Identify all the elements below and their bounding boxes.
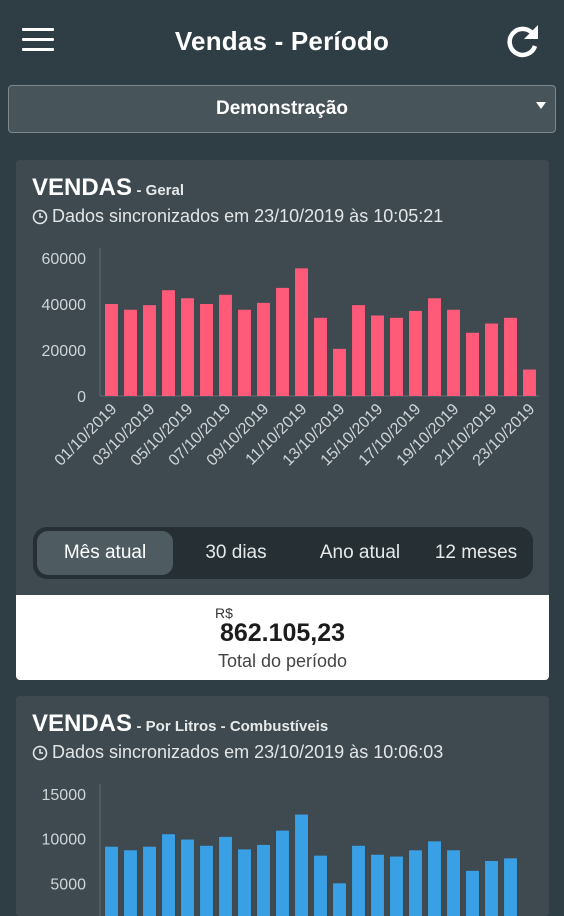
chart-bar xyxy=(124,309,137,396)
chart-bar xyxy=(428,841,441,916)
chart-bar xyxy=(238,849,251,916)
chart-bar xyxy=(447,309,460,396)
chart-bar xyxy=(371,315,384,396)
chart-bar xyxy=(219,294,232,396)
chart-bar xyxy=(504,317,517,396)
chart-bar xyxy=(390,856,403,916)
chart-bar xyxy=(219,836,232,916)
chart-bar xyxy=(105,846,118,916)
tab-current-year[interactable]: Ano atual xyxy=(299,531,421,575)
fuel-liters-bar-chart: 15000 10000 5000 xyxy=(42,784,517,916)
chart-bar xyxy=(504,858,517,916)
chart-bar xyxy=(371,854,384,916)
chart-bar xyxy=(181,298,194,396)
chart-bar xyxy=(390,317,403,396)
chart-bar xyxy=(162,290,175,396)
chart-bar xyxy=(314,317,327,396)
y-tick-label: 40000 xyxy=(42,297,87,314)
chart-bar xyxy=(314,855,327,916)
chart-bar xyxy=(238,309,251,396)
total-label: Total do período xyxy=(217,651,348,671)
sales-card-fuel: VENDAS - Por Litros - Combustíveis Dados… xyxy=(16,696,549,916)
sales-bar-chart: 600004000020000001/10/201903/10/201905/1… xyxy=(42,248,539,469)
y-tick-label: 5000 xyxy=(50,876,86,893)
chart-bar xyxy=(466,870,479,916)
chart-bar xyxy=(352,305,365,396)
y-tick-label: 10000 xyxy=(42,832,87,849)
chart-bar xyxy=(447,850,460,916)
chart-bar xyxy=(428,298,441,396)
period-total: R$ 862.105,23 Total do período xyxy=(16,595,549,680)
total-value: 862.105,23 xyxy=(219,619,346,647)
y-tick-label: 0 xyxy=(77,389,86,406)
app-bar: Vendas - Período xyxy=(0,0,564,84)
period-selector: Mês atual 30 dias Ano atual 12 meses xyxy=(33,527,533,579)
chart-bar xyxy=(105,304,118,396)
store-select[interactable]: Demonstração xyxy=(8,85,556,133)
chart-bar xyxy=(466,332,479,396)
chart-bar xyxy=(181,839,194,916)
tab-12-months[interactable]: 12 meses xyxy=(423,531,529,575)
chart-bar xyxy=(485,861,498,916)
tab-current-month[interactable]: Mês atual xyxy=(37,531,173,575)
chart-bar xyxy=(295,814,308,916)
chart-bar xyxy=(352,845,365,916)
chart-bar xyxy=(333,348,346,396)
chart-bar xyxy=(162,834,175,916)
chart-bar xyxy=(257,844,270,916)
chart-bar xyxy=(295,268,308,396)
chart-bar xyxy=(143,846,156,916)
y-tick-label: 15000 xyxy=(42,787,87,804)
page-title: Vendas - Período xyxy=(174,26,390,56)
chart-bar xyxy=(200,304,213,396)
chart-bar xyxy=(257,302,270,396)
chart-bar xyxy=(409,850,422,916)
chart-bar xyxy=(485,323,498,396)
chart-bar xyxy=(124,850,137,916)
store-select-value: Demonstração xyxy=(216,98,348,119)
chart-bar xyxy=(276,830,289,916)
y-tick-label: 20000 xyxy=(42,343,87,360)
y-tick-label: 60000 xyxy=(42,251,87,268)
chart-bar xyxy=(523,369,536,396)
tab-30-days[interactable]: 30 dias xyxy=(175,531,297,575)
caret-down-icon xyxy=(536,102,546,109)
chart-bar xyxy=(143,305,156,396)
chart-bar xyxy=(409,310,422,396)
chart-bar xyxy=(276,287,289,396)
chart-bar xyxy=(200,845,213,916)
sales-card-general: VENDAS - Geral Dados sincronizados em 23… xyxy=(16,160,549,680)
refresh-icon[interactable] xyxy=(502,22,542,62)
